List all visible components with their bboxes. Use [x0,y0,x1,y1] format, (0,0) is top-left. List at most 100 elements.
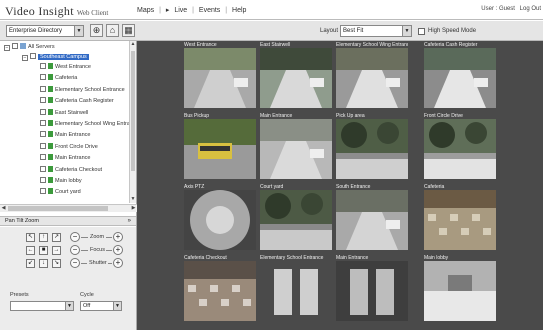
tree-checkbox[interactable] [40,97,46,104]
camera-video-feed[interactable] [424,261,496,321]
shutter-in-icon[interactable]: + [113,258,123,268]
cycle-select[interactable]: Off ▼ [80,301,122,311]
tree-checkbox[interactable] [40,142,46,149]
nav-live[interactable]: Live [174,7,187,14]
scroll-down-icon[interactable]: ▼ [130,196,136,203]
camera-tile[interactable]: South Entrance [336,184,408,250]
camera-video-feed[interactable] [184,48,256,108]
pan-right-icon[interactable]: → [52,246,61,255]
directory-select[interactable]: Enterprise Directory ▼ [6,25,84,37]
tree-camera-item[interactable]: Cafeteria Checkout [40,165,102,175]
camera-tile[interactable]: Cafeteria [424,184,496,250]
camera-video-feed[interactable] [260,119,332,179]
collapse-icon[interactable]: − [4,45,10,51]
ptz-header[interactable]: Pan Tilt Zoom » [0,216,136,226]
high-speed-checkbox[interactable] [418,28,425,35]
camera-tile[interactable]: West Entrance [184,42,256,108]
pan-down-left-icon[interactable]: ↙ [26,259,35,268]
tree-checkbox[interactable] [40,165,46,172]
camera-video-feed[interactable] [260,48,332,108]
scroll-up-icon[interactable]: ▲ [130,41,136,48]
tree-camera-item[interactable]: Cafeteria [40,74,77,83]
tree-camera-item[interactable]: Elementary School Entrance [40,85,125,95]
tree-checkbox[interactable] [40,63,46,69]
focus-in-icon[interactable]: + [113,245,123,255]
pan-home-icon[interactable]: ■ [39,246,48,255]
pan-up-right-icon[interactable]: ↗ [52,233,61,242]
camera-video-feed[interactable] [336,48,408,108]
zoom-out-icon[interactable]: − [70,232,80,242]
tree-checkbox[interactable] [40,85,46,92]
tree-checkbox[interactable] [30,53,36,59]
tree-camera-item[interactable]: East Stairwell [40,108,88,118]
tree-camera-item[interactable]: Elementary School Wing Entrance [40,120,130,129]
pan-left-icon[interactable]: ← [26,246,35,255]
zoom-in-icon[interactable]: + [113,232,123,242]
pan-down-icon[interactable]: ↓ [39,259,48,268]
camera-tile[interactable]: Elementary School Wing Entrance [336,42,408,108]
tree-camera-item[interactable]: Cafeteria Cash Register [40,97,114,106]
camera-tile[interactable]: Elementary School Entrance [260,255,332,321]
grid-icon[interactable]: ▦ [122,24,135,37]
tree-checkbox[interactable] [40,108,46,115]
presets-select[interactable]: ▼ [10,301,74,311]
camera-video-feed[interactable] [184,261,256,321]
camera-tile[interactable]: Pick Up area [336,113,408,179]
collapse-icon[interactable]: − [22,55,28,61]
camera-tile[interactable]: Main Entrance [260,113,332,179]
tree-camera-item[interactable]: West Entrance [40,63,91,72]
home-icon[interactable]: ⌂ [106,24,119,37]
nav-maps[interactable]: Maps [137,7,154,14]
tree-checkbox[interactable] [40,74,46,81]
tree-camera-item[interactable]: Main Entrance [40,154,90,163]
camera-video-feed[interactable] [260,190,332,250]
tree-group[interactable]: − Southeast Campus [22,53,89,62]
camera-tile[interactable]: Axis PTZ [184,184,256,250]
camera-video-feed[interactable] [424,48,496,108]
camera-tile[interactable]: Main Entrance [336,255,408,321]
camera-video-feed[interactable] [184,190,256,250]
pan-up-icon[interactable]: ↑ [39,233,48,242]
camera-tile[interactable]: Cafeteria Cash Register [424,42,496,108]
camera-tile[interactable]: Cafeteria Checkout [184,255,256,321]
camera-video-feed[interactable] [424,119,496,179]
scroll-left-icon[interactable]: ◀ [0,205,7,212]
scroll-right-icon[interactable]: ▶ [130,205,137,212]
camera-video-feed[interactable] [260,261,332,321]
camera-video-feed[interactable] [336,119,408,179]
camera-tile[interactable]: Front Circle Drive [424,113,496,179]
camera-tile[interactable]: Court yard [260,184,332,250]
camera-video-feed[interactable] [184,119,256,179]
globe-icon[interactable]: ⊕ [90,24,103,37]
camera-video-feed[interactable] [336,261,408,321]
scroll-thumb[interactable] [8,206,108,211]
tree-horizontal-scrollbar[interactable]: ◀ ▶ [0,204,137,212]
tree-checkbox[interactable] [40,188,46,195]
camera-tile[interactable]: Bus Pickup [184,113,256,179]
layout-select[interactable]: Best Fit ▼ [340,25,412,37]
camera-video-feed[interactable] [424,190,496,250]
nav-events[interactable]: Events [199,7,220,14]
tree-vertical-scrollbar[interactable]: ▲ ▼ [129,41,136,203]
tree-checkbox[interactable] [40,154,46,161]
tree-camera-item[interactable]: Court yard [40,188,81,197]
tree-root[interactable]: − All Servers [4,43,55,52]
shutter-out-icon[interactable]: − [70,258,80,268]
tree-checkbox[interactable] [40,131,46,138]
camera-tile[interactable]: East Stairwell [260,42,332,108]
camera-tile[interactable]: Main lobby [424,255,496,321]
pan-up-left-icon[interactable]: ↖ [26,233,35,242]
tree-checkbox[interactable] [12,43,18,49]
nav-help[interactable]: Help [232,7,246,14]
tree-camera-item[interactable]: Front Circle Drive [40,142,98,152]
tree-camera-item[interactable]: Main Entrance [40,131,90,140]
tree-checkbox[interactable] [40,177,46,183]
scroll-thumb[interactable] [131,51,135,171]
camera-video-feed[interactable] [336,190,408,250]
ptz-toggle-icon[interactable]: » [128,217,131,226]
tree-checkbox[interactable] [40,120,46,126]
focus-out-icon[interactable]: − [70,245,80,255]
logout-link[interactable]: Log Out [520,6,541,12]
pan-down-right-icon[interactable]: ↘ [52,259,61,268]
tree-camera-item[interactable]: Main lobby [40,177,82,186]
